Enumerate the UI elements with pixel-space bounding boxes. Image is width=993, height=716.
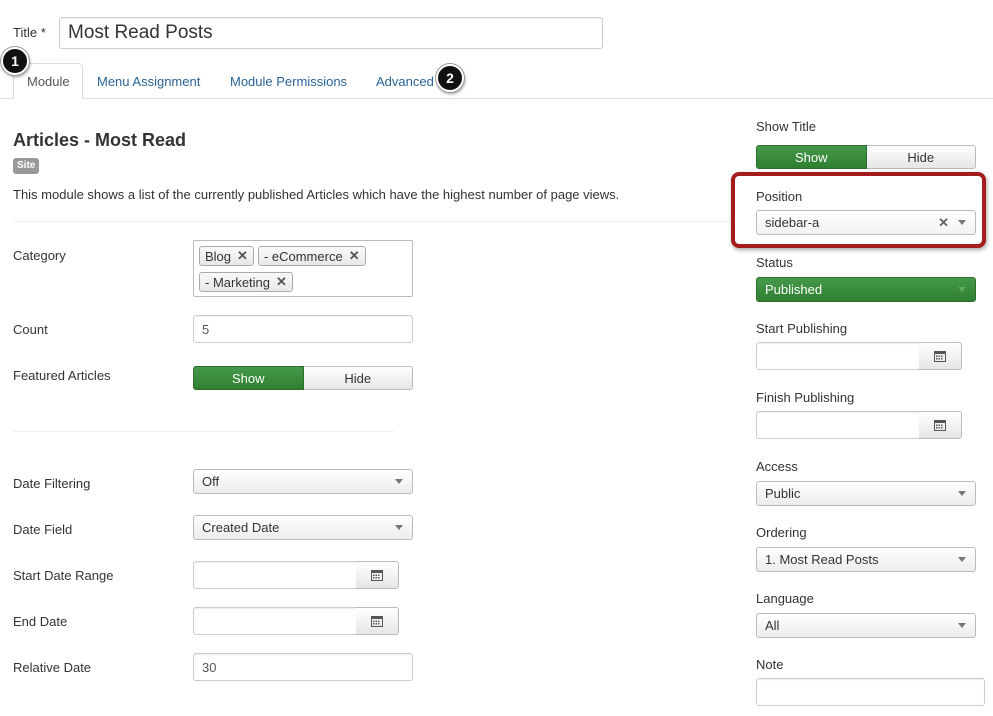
finish-publishing-input[interactable]: [756, 411, 920, 439]
calendar-icon: [371, 616, 383, 627]
remove-tag-icon[interactable]: ✕: [276, 274, 287, 290]
language-value: All: [765, 618, 780, 633]
section-divider: [13, 431, 394, 432]
start-publishing-input[interactable]: [756, 342, 920, 370]
language-label: Language: [756, 591, 814, 606]
chevron-down-icon: [958, 490, 966, 496]
category-tag: - eCommerce ✕: [257, 246, 366, 266]
featured-articles-label: Featured Articles: [13, 368, 111, 383]
tab-module-label: Module: [27, 74, 70, 89]
language-select[interactable]: All: [756, 613, 976, 638]
category-select[interactable]: Blog ✕ - eCommerce ✕ - Marketing ✕: [193, 240, 413, 297]
show-title-hide-button[interactable]: Hide: [866, 145, 976, 169]
position-label: Position: [756, 189, 803, 204]
start-publishing-calendar-button[interactable]: [919, 342, 962, 370]
calendar-icon: [371, 570, 383, 581]
calendar-icon: [934, 420, 946, 431]
featured-articles-toggle[interactable]: Show Hide: [193, 366, 413, 390]
end-date-label: End Date: [13, 614, 68, 629]
start-publishing-label: Start Publishing: [756, 321, 848, 336]
title-label: Title *: [13, 25, 46, 40]
access-label: Access: [756, 459, 798, 474]
category-tag-label: - eCommerce: [263, 248, 343, 264]
date-filtering-label: Date Filtering: [13, 476, 91, 491]
title-input[interactable]: Most Read Posts: [59, 17, 603, 49]
date-field-label: Date Field: [13, 522, 73, 537]
end-date-input[interactable]: [193, 607, 357, 635]
category-tag-label: Blog: [205, 248, 232, 264]
show-title-toggle[interactable]: Show Hide: [756, 145, 976, 169]
count-label: Count: [13, 322, 48, 337]
relative-date-input[interactable]: 30: [193, 653, 413, 681]
chevron-down-icon: [958, 622, 966, 628]
date-filtering-value: Off: [202, 474, 220, 489]
chevron-down-icon: [958, 556, 966, 562]
calendar-icon: [934, 351, 946, 362]
remove-tag-icon[interactable]: ✕: [349, 248, 360, 264]
position-value: sidebar-a: [765, 215, 820, 230]
tab-module-permissions[interactable]: Module Permissions: [230, 63, 347, 99]
chevron-down-icon: [395, 524, 403, 530]
remove-tag-icon[interactable]: ✕: [237, 248, 248, 264]
date-filtering-select[interactable]: Off: [193, 469, 413, 494]
module-heading: Articles - Most Read: [13, 130, 187, 150]
featured-show-button[interactable]: Show: [193, 366, 304, 390]
start-date-range-input[interactable]: [193, 561, 357, 589]
ordering-label: Ordering: [756, 525, 807, 540]
step-marker-2: 2: [436, 64, 464, 92]
category-tag: Blog ✕: [199, 246, 254, 266]
category-label: Category: [13, 248, 66, 263]
note-label: Note: [756, 657, 784, 672]
note-input[interactable]: [756, 678, 985, 706]
access-value: Public: [765, 486, 801, 501]
status-select[interactable]: Published: [756, 277, 976, 302]
chevron-down-icon: [958, 219, 966, 225]
ordering-select[interactable]: 1. Most Read Posts: [756, 547, 976, 572]
tab-menu-assignment[interactable]: Menu Assignment: [97, 63, 200, 99]
relative-date-label: Relative Date: [13, 660, 92, 675]
category-tag: - Marketing ✕: [199, 272, 293, 292]
step-marker-1: 1: [1, 47, 29, 75]
finish-publishing-calendar-button[interactable]: [919, 411, 962, 439]
category-tag-label: - Marketing: [205, 274, 271, 290]
count-input[interactable]: 5: [193, 315, 413, 343]
clear-icon[interactable]: ✕: [938, 215, 949, 231]
start-date-range-calendar-button[interactable]: [356, 561, 399, 589]
chevron-down-icon: [395, 478, 403, 484]
end-date-calendar-button[interactable]: [356, 607, 399, 635]
ordering-value: 1. Most Read Posts: [765, 552, 879, 567]
date-field-value: Created Date: [202, 520, 280, 535]
status-value: Published: [765, 282, 823, 297]
featured-hide-button[interactable]: Hide: [303, 366, 413, 390]
show-title-label: Show Title: [756, 119, 816, 134]
access-select[interactable]: Public: [756, 481, 976, 506]
tab-advanced[interactable]: Advanced: [376, 63, 434, 99]
finish-publishing-label: Finish Publishing: [756, 390, 855, 405]
module-description: This module shows a list of the currentl…: [13, 187, 620, 202]
position-select[interactable]: sidebar-a ✕: [756, 210, 976, 235]
description-divider: [13, 221, 733, 222]
start-date-range-label: Start Date Range: [13, 568, 114, 583]
date-field-select[interactable]: Created Date: [193, 515, 413, 540]
status-label: Status: [756, 255, 793, 270]
chevron-down-icon: [958, 286, 966, 292]
site-badge: Site: [13, 158, 40, 174]
show-title-show-button[interactable]: Show: [756, 145, 867, 169]
